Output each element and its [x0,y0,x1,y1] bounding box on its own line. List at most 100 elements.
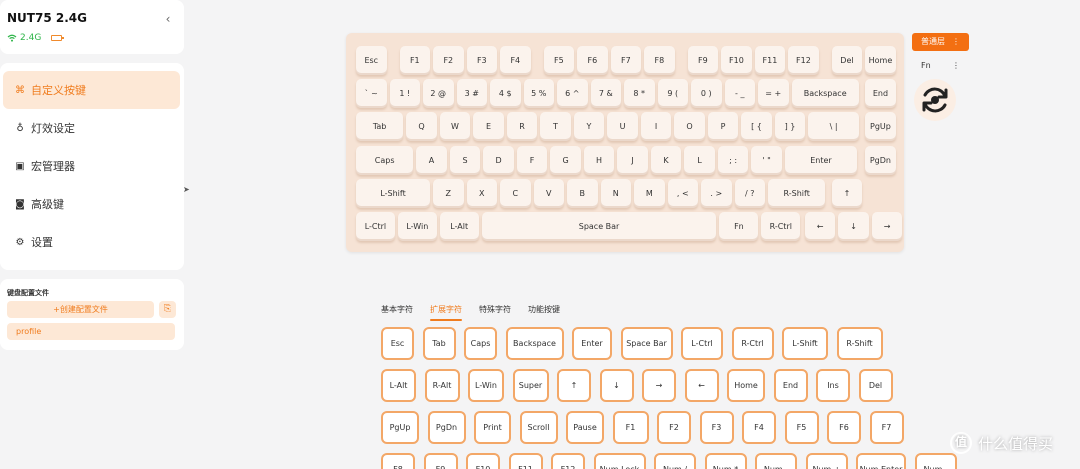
key-option-button[interactable]: Super [512,369,549,402]
keyboard-key[interactable]: U [607,112,638,141]
keyboard-key[interactable]: 9 ( [657,79,688,108]
layer-normal-button[interactable]: 普通层 ⋮ [912,33,969,51]
keyboard-key[interactable]: 1 ! [389,79,420,108]
keyboard-key[interactable]: End [865,79,896,108]
layer-fn-menu-icon[interactable]: ⋮ [952,57,960,75]
key-option-button[interactable]: Space Bar [620,327,673,360]
keyboard-key[interactable]: = + [758,79,789,108]
keyboard-key[interactable]: Space Bar [481,212,717,241]
keyboard-key[interactable]: I [640,112,672,141]
keyboard-key[interactable]: Del [831,46,863,75]
keyboard-key[interactable]: L [684,146,715,175]
keyboard-key[interactable]: F6 [577,46,608,75]
key-option-button[interactable]: Pause [566,411,604,444]
keyboard-key[interactable]: ` ~ [356,79,387,108]
keyboard-key[interactable]: F12 [788,46,819,75]
keyboard-key[interactable]: V [533,179,565,208]
keyboard-key[interactable]: PgUp [865,112,896,141]
keyboard-key[interactable]: K [650,146,682,175]
sidebar-item-2[interactable]: ▣ 宏管理器 [3,147,180,185]
keyboard-key[interactable]: Home [865,46,896,75]
keyboard-key[interactable]: L-Win [397,212,437,241]
keyboard-key[interactable]: F7 [610,46,642,75]
keyboard-key[interactable]: H [583,146,615,175]
key-option-button[interactable]: Num Enter [856,453,906,469]
keyboard-key[interactable]: 6 ^ [557,79,588,108]
keyboard-key[interactable]: F10 [721,46,752,75]
keyboard-key[interactable]: F1 [399,46,431,75]
key-option-button[interactable]: End [773,369,808,402]
keyboard-key[interactable]: D [483,146,514,175]
keyboard-key[interactable]: / ? [734,179,766,208]
key-option-button[interactable]: F2 [657,411,691,444]
keyboard-key[interactable]: 7 & [590,79,621,108]
keyboard-key[interactable]: R-Shift [768,179,826,208]
key-option-button[interactable]: L-Shift [782,327,828,360]
rotate-icon[interactable] [914,79,956,121]
key-option-button[interactable]: Backspace [505,327,564,360]
keyboard-key[interactable]: C [500,179,531,208]
keyboard-key[interactable]: F11 [754,46,786,75]
key-option-button[interactable]: Num + [805,453,848,469]
keyboard-key[interactable]: P [707,112,739,141]
keyboard-key[interactable]: R [506,112,538,141]
key-option-button[interactable]: Print [474,411,511,444]
tab-0[interactable]: 基本字符 [381,304,413,321]
keyboard-key[interactable]: \ | [808,112,859,141]
key-option-button[interactable]: F7 [869,411,904,444]
layer-fn-button[interactable]: Fn ⋮ [912,57,969,75]
keyboard-key[interactable]: 4 $ [490,79,521,108]
sidebar-item-4[interactable]: ⚙ 设置 [3,223,180,261]
key-option-button[interactable]: ↓ [599,369,634,402]
keyboard-key[interactable]: S [449,146,481,175]
keyboard-key[interactable]: F2 [433,46,464,75]
key-option-button[interactable]: Caps [464,327,497,360]
key-option-button[interactable]: F12 [551,453,585,469]
tab-3[interactable]: 功能按键 [528,304,560,321]
keyboard-key[interactable]: ← [804,212,836,241]
import-profile-icon[interactable]: ⎘ [159,301,176,318]
key-option-button[interactable]: F5 [784,411,819,444]
keyboard-key[interactable]: L-Ctrl [356,212,395,241]
key-option-button[interactable]: F11 [508,453,543,469]
key-option-button[interactable]: Num Lock [593,453,646,469]
keyboard-key[interactable]: 2 @ [423,79,454,108]
key-option-button[interactable]: F9 [423,453,458,469]
key-option-button[interactable]: R-Alt [424,369,460,402]
keyboard-key[interactable]: X [466,179,498,208]
tab-1[interactable]: 扩展字符 [430,304,462,321]
keyboard-key[interactable]: W [439,112,471,141]
key-option-button[interactable]: F3 [699,411,734,444]
keyboard-key[interactable]: F3 [466,46,498,75]
key-option-button[interactable]: L-Alt [381,369,416,402]
keyboard-key[interactable]: 5 % [523,79,554,108]
keyboard-key[interactable]: Caps [356,146,414,175]
key-option-button[interactable]: PgUp [381,411,419,444]
keyboard-key[interactable]: A [416,146,447,175]
keyboard-key[interactable]: L-Alt [439,212,479,241]
keyboard-key[interactable]: 8 * [624,79,655,108]
keyboard-key[interactable]: M [634,179,665,208]
keyboard-key[interactable]: ; : [717,146,749,175]
keyboard-key[interactable]: Q [406,112,437,141]
key-option-button[interactable]: Num - [755,453,797,469]
key-option-button[interactable]: F6 [827,411,861,444]
keyboard-key[interactable]: F9 [687,46,719,75]
sidebar-item-0[interactable]: ⌘ 自定义按键 [3,71,180,109]
keyboard-key[interactable]: T [540,112,571,141]
keyboard-key[interactable]: L-Shift [356,179,431,208]
keyboard-key[interactable]: → [871,212,903,241]
keyboard-key[interactable]: Tab [356,112,404,141]
sidebar-item-1[interactable]: ♁ 灯效设定 [3,109,180,147]
keyboard-key[interactable]: G [550,146,581,175]
keyboard-key[interactable]: Backspace [791,79,859,108]
key-option-button[interactable]: Enter [572,327,612,360]
key-option-button[interactable]: ← [684,369,719,402]
keyboard-key[interactable]: R-Ctrl [761,212,801,241]
key-option-button[interactable]: Tab [422,327,456,360]
sidebar-item-3[interactable]: ◙ 高级键 [3,185,180,223]
layer-menu-icon[interactable]: ⋮ [952,33,960,51]
keyboard-key[interactable]: . > [701,179,732,208]
keyboard-key[interactable]: [ { [741,112,772,141]
key-option-button[interactable]: R-Ctrl [731,327,774,360]
